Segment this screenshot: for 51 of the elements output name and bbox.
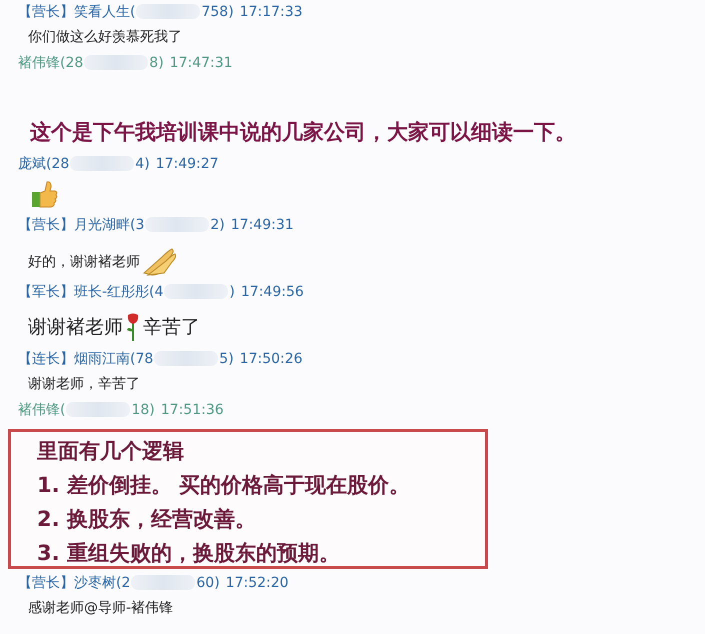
sender-name: 笑看人生( [74,2,136,20]
message-text: 3. 重组失败的，换股东的预期。 [37,540,341,567]
blurred-number [136,4,200,19]
message-text: 里面有几个逻辑 [37,438,185,465]
message-text: 谢谢褚老师 [28,315,123,340]
blurred-number [164,284,228,299]
message-text: 1. 差价倒挂。 买的价格高于现在股价。 [37,472,412,499]
sender-id-end: 60) [196,574,220,590]
sender-id-end: 758) [201,4,234,20]
blurred-number [84,55,148,70]
sender-name: 月光湖畔(3 [74,216,144,234]
member-rank: 【营长】 [18,574,74,592]
message-time: 17:52:20 [226,574,289,590]
sender-id-end: 5) [219,350,234,366]
sender-name: 烟雨江南(78 [74,350,154,368]
member-rank: 【营长】 [18,216,74,234]
member-rank: 【军长】 [18,282,74,300]
sender-name: 褚伟锋(28 [18,54,84,72]
message-time: 17:51:36 [160,402,224,418]
message-text: 这个是下午我培训课中说的几家公司，大家可以细读一下。 [30,119,576,146]
blurred-number [66,402,130,417]
sender-name: 沙枣树(2 [74,574,130,592]
message-time: 17:47:31 [170,54,233,70]
member-rank: 【营长】 [18,2,74,20]
sender-id-end: 18) [131,402,155,418]
blurred-number [154,351,218,366]
sender-name: 班长-红彤彤(4 [74,282,164,300]
message-text: 感谢老师@导师-褚伟锋 [28,599,174,617]
message-time: 17:49:27 [156,156,219,172]
sender-name: 庞斌(28 [18,154,70,172]
sender-id-end: 4) [135,156,150,172]
sender-id-end: 8) [149,54,164,70]
rose-icon [125,312,141,342]
message-text: 谢谢老师，辛苦了 [28,375,140,393]
message-text: 好的，谢谢褚老师 [28,253,140,271]
message-text: 辛苦了 [143,315,200,340]
blurred-number [145,217,210,232]
message-time: 17:49:31 [230,216,294,232]
sender-id-end: ) [229,284,235,300]
message-time: 17:17:33 [240,4,303,20]
member-rank: 【连长】 [18,350,74,368]
sender-name: 褚伟锋( [18,400,66,418]
message-text: 2. 换股东，经营改善。 [37,506,257,533]
thumbs-up-icon [30,179,58,209]
blurred-number [70,156,134,171]
sender-id-end: 2) [210,216,225,232]
message-time: 17:49:56 [240,284,304,300]
message-text: 你们做这么好羡慕死我了 [28,28,182,46]
clasped-hands-icon [142,247,178,277]
message-time: 17:50:26 [240,350,303,366]
blurred-number [131,575,196,590]
